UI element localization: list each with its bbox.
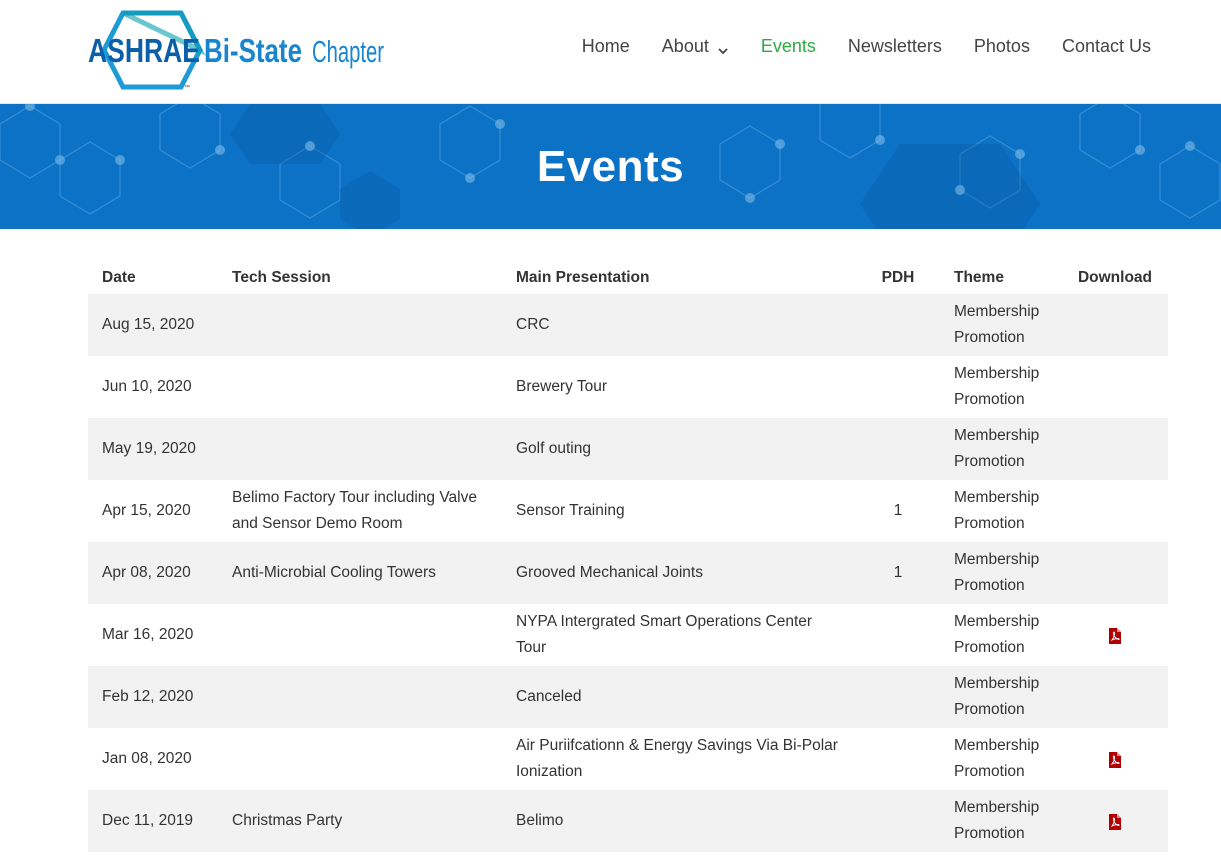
cell-download (1062, 356, 1168, 418)
svg-text:Bi-State: Bi-State (204, 32, 302, 69)
cell-main-presentation: Brewery Tour (516, 378, 608, 395)
cell-date: Dec 11, 2019 (88, 790, 218, 852)
cell-download (1062, 294, 1168, 356)
cell-date: Apr 08, 2020 (88, 542, 218, 604)
cell-main-presentation: Canceled (502, 666, 856, 728)
table-row: Mar 16, 2020 NYPA Intergrated Smart Opera… (88, 604, 1168, 666)
cell-date: Jan 08, 2020 (102, 750, 192, 767)
cell-date: May 19, 2020 (88, 418, 218, 480)
events-table-container: Date Tech Session Main Presentation PDH … (88, 262, 1168, 852)
header-pdh[interactable]: PDH (856, 262, 940, 294)
cell-pdh (856, 666, 940, 728)
nav-photos[interactable]: Photos (958, 36, 1046, 57)
cell-date: Aug 15, 2020 (88, 294, 218, 356)
cell-pdh: 1 (856, 542, 940, 604)
cell-main-presentation: Air Puriifcationn & Energy Savings Via B… (516, 737, 838, 780)
cell-pdh (856, 790, 940, 852)
cell-main-presentation: Belimo (502, 790, 856, 852)
cell-pdh: 1 (893, 502, 903, 519)
cell-date: Feb 12, 2020 (88, 666, 218, 728)
cell-theme: Membership Promotion (954, 613, 1040, 656)
cell-pdh (856, 356, 940, 418)
pdf-download-icon[interactable] (1108, 751, 1122, 768)
nav-contact-us[interactable]: Contact Us (1046, 36, 1151, 57)
cell-download (1062, 542, 1168, 604)
nav-home[interactable]: Home (566, 36, 646, 57)
ashrae-bi-state-logo[interactable]: ASHRAE Bi-State Chapter ™ (88, 10, 388, 90)
nav-photos-label: Photos (973, 36, 1030, 56)
cell-theme: Membership Promotion (954, 737, 1040, 780)
pdf-download-icon[interactable] (1108, 627, 1122, 644)
cell-download (1062, 418, 1168, 480)
table-row: May 19, 2020 Golf outing Membership Promot… (88, 418, 1168, 480)
chevron-down-icon[interactable] (717, 41, 729, 54)
nav-about-label: About (661, 36, 709, 56)
main-nav: Home About Events Newsletters Photos Con… (566, 36, 1151, 57)
events-table: Date Tech Session Main Presentation PDH … (88, 262, 1168, 852)
cell-main-presentation: Sensor Training (516, 502, 625, 519)
cell-tech-session (218, 294, 502, 356)
cell-date: Jun 10, 2020 (102, 378, 192, 395)
cell-pdh (856, 294, 940, 356)
cell-pdh (856, 418, 940, 480)
nav-events-label: Events (760, 36, 816, 56)
header-download[interactable]: Download (1062, 262, 1168, 294)
cell-pdh (856, 728, 940, 790)
site-header: ASHRAE Bi-State Chapter ™ Home About Eve… (0, 0, 1221, 104)
nav-events[interactable]: Events (745, 36, 832, 57)
svg-text:™: ™ (184, 84, 190, 90)
cell-theme: Membership Promotion (940, 294, 1062, 356)
page-title: Events (536, 141, 685, 191)
cell-pdh (856, 604, 940, 666)
cell-date: Mar 16, 2020 (102, 626, 194, 643)
page-hero-banner: Events (0, 104, 1221, 229)
nav-about[interactable]: About (646, 36, 745, 57)
cell-download (1062, 480, 1168, 542)
svg-text:Chapter: Chapter (312, 34, 384, 69)
cell-tech-session (218, 666, 502, 728)
cell-download (1062, 728, 1168, 790)
header-main-presentation[interactable]: Main Presentation (502, 262, 856, 294)
table-row: Jun 10, 2020 Brewery Tour Membership Promo… (88, 356, 1168, 418)
cell-tech-session: Belimo Factory Tour including Valve and … (232, 489, 477, 532)
cell-date: Apr 15, 2020 (102, 502, 191, 519)
header-tech-session[interactable]: Tech Session (218, 262, 502, 294)
cell-download (1062, 790, 1168, 852)
table-row: Apr 08, 2020 Anti-Microbial Cooling Tower… (88, 542, 1168, 604)
table-row: Dec 11, 2019 Christmas Party Belimo Members… (88, 790, 1168, 852)
cell-main-presentation: CRC (502, 294, 856, 356)
cell-theme: Membership Promotion (940, 542, 1062, 604)
cell-tech-session (218, 356, 502, 418)
cell-download (1062, 666, 1168, 728)
table-header-row: Date Tech Session Main Presentation PDH … (88, 262, 1168, 294)
cell-main-presentation: NYPA Intergrated Smart Operations Center… (516, 613, 813, 656)
cell-main-presentation: Golf outing (502, 418, 856, 480)
table-row: Aug 15, 2020 CRC Membership Promotion (88, 294, 1168, 356)
cell-tech-session (218, 728, 502, 790)
cell-tech-session: Anti-Microbial Cooling Towers (218, 542, 502, 604)
nav-contact-us-label: Contact Us (1061, 36, 1151, 56)
table-row: Jan 08, 2020 Air Puriifcationn & Energy S… (88, 728, 1168, 790)
cell-theme: Membership Promotion (940, 418, 1062, 480)
header-theme[interactable]: Theme (940, 262, 1062, 294)
cell-tech-session: Christmas Party (218, 790, 502, 852)
table-row: Apr 15, 2020 Belimo Factory Tour includin… (88, 480, 1168, 542)
cell-tech-session (218, 604, 502, 666)
header-date[interactable]: Date (88, 262, 218, 294)
pdf-download-icon[interactable] (1108, 813, 1122, 830)
cell-main-presentation: Grooved Mechanical Joints (502, 542, 856, 604)
nav-home-label: Home (581, 36, 630, 56)
cell-download (1062, 604, 1168, 666)
nav-newsletters[interactable]: Newsletters (832, 36, 958, 57)
cell-theme: Membership Promotion (940, 666, 1062, 728)
cell-theme: Membership Promotion (954, 365, 1040, 408)
nav-newsletters-label: Newsletters (847, 36, 942, 56)
cell-theme: Membership Promotion (940, 790, 1062, 852)
table-row: Feb 12, 2020 Canceled Membership Promotion (88, 666, 1168, 728)
cell-tech-session (218, 418, 502, 480)
cell-theme: Membership Promotion (954, 489, 1040, 532)
svg-text:ASHRAE: ASHRAE (88, 32, 200, 69)
